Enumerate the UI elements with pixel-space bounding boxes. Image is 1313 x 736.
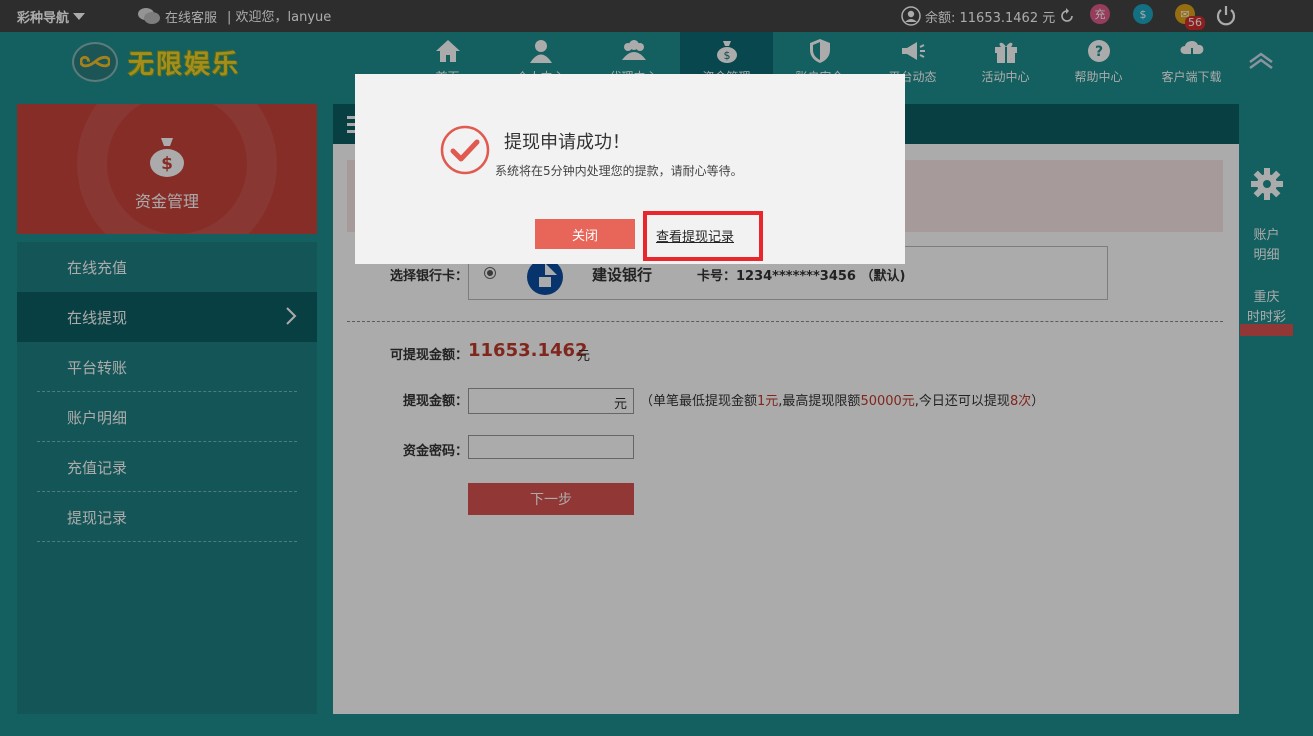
dialog-message: 系统将在5分钟内处理您的提款，请耐心等待。 [495,164,743,178]
dialog-title: 提现申请成功！ [504,132,630,153]
withdraw-success-dialog: 提现申请成功！ 系统将在5分钟内处理您的提款，请耐心等待。 关闭 查看提现记录 [355,74,905,264]
success-check-icon [440,125,490,175]
close-button[interactable]: 关闭 [535,219,635,249]
highlight-box [643,211,763,261]
